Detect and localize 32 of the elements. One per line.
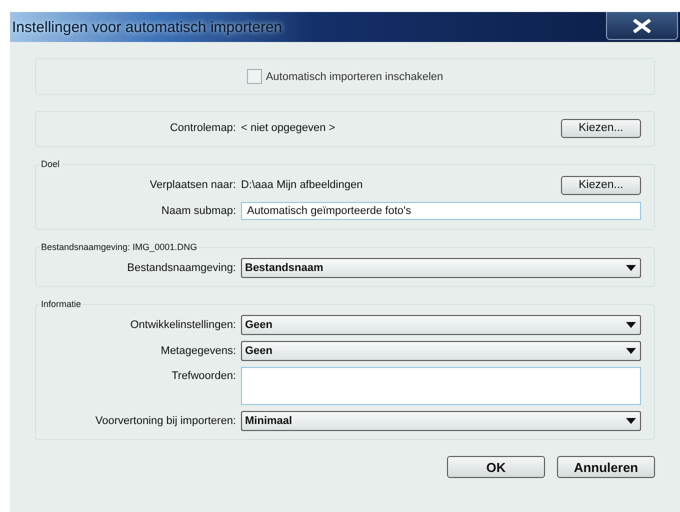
field-label: Voorvertoning bij importeren: <box>94 415 236 427</box>
close-icon <box>631 18 653 32</box>
window-title: Instellingen voor automatisch importeren <box>11 18 282 36</box>
field-label: Trefwoorden: <box>170 369 236 382</box>
section-title: Informatie <box>40 299 82 309</box>
field-label: Verplaatsen naar: <box>148 179 236 191</box>
caret-icon <box>626 418 636 424</box>
choose-button[interactable]: Kiezen... <box>561 176 641 194</box>
dialog-button[interactable]: OK <box>447 456 545 478</box>
dropdown[interactable]: Geen <box>241 315 641 335</box>
checkbox-label: Automatisch importeren inschakelen <box>266 70 444 82</box>
field-label: Controlemap: <box>168 122 236 134</box>
field-label: Ontwikkelinstellingen: <box>129 319 236 331</box>
input-field[interactable]: Automatisch geïmporteerde foto's <box>241 202 641 220</box>
close-button[interactable] <box>606 12 678 40</box>
caret-icon <box>626 348 636 354</box>
field-label: Metagegevens: <box>160 345 236 357</box>
checkbox[interactable] <box>246 69 262 84</box>
caret-icon <box>626 265 636 271</box>
dropdown[interactable]: Bestandsnaam <box>241 258 641 278</box>
dialog-button[interactable]: Annuleren <box>557 456 655 478</box>
section-title: Doel <box>40 159 61 169</box>
field-label: Bestandsnaamgeving: <box>126 262 236 274</box>
field-value: D:\aaa Mijn afbeeldingen <box>241 179 363 191</box>
caret-icon <box>626 322 636 328</box>
section-title: Bestandsnaamgeving: IMG_0001.DNG <box>40 242 198 252</box>
choose-button[interactable]: Kiezen... <box>561 118 641 138</box>
field-label: Naam submap: <box>160 205 236 217</box>
field-value: < niet opgegeven > <box>241 122 336 134</box>
dropdown[interactable]: Geen <box>241 341 641 361</box>
text-area[interactable] <box>241 367 641 405</box>
dropdown[interactable]: Minimaal <box>241 411 641 431</box>
